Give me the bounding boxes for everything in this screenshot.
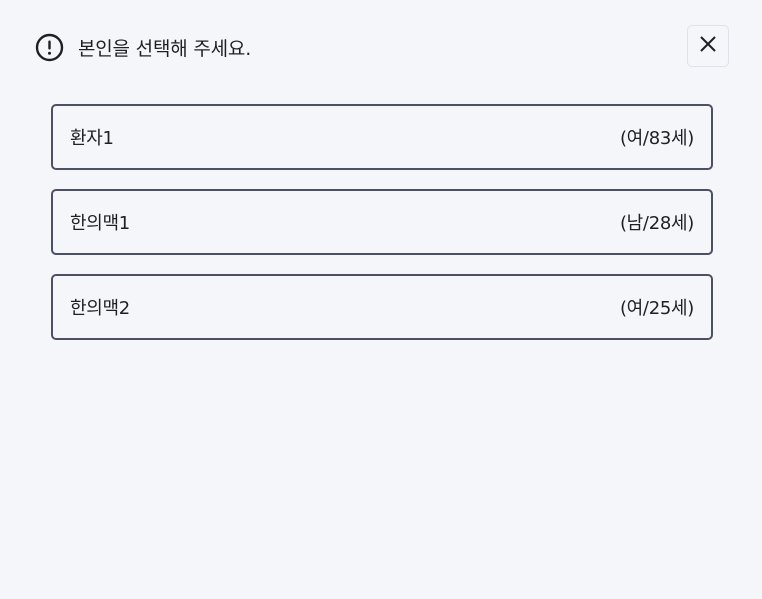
patient-gender-age: (여/83세) [619, 128, 694, 149]
exclamation-circle-icon [35, 33, 64, 62]
patient-list: 환자1 (여/83세) 한의맥1 (남/28세) 한의맥2 (여/25세) [51, 104, 713, 359]
dialog-title: 본인을 선택해 주세요. [78, 38, 252, 60]
patient-name: 한의맥2 [70, 298, 130, 319]
close-button[interactable] [687, 25, 729, 67]
patient-name: 환자1 [70, 128, 114, 149]
close-icon [699, 35, 717, 57]
patient-item[interactable]: 한의맥2 (여/25세) [51, 274, 713, 340]
dialog-header: 본인을 선택해 주세요. [35, 33, 251, 62]
patient-select-dialog: 본인을 선택해 주세요. 환자1 (여/83세) 한의맥1 (남/28세) 한의… [0, 0, 762, 599]
patient-item[interactable]: 환자1 (여/83세) [51, 104, 713, 170]
patient-name: 한의맥1 [70, 213, 130, 234]
patient-gender-age: (여/25세) [619, 298, 694, 319]
patient-gender-age: (남/28세) [619, 213, 694, 234]
patient-item[interactable]: 한의맥1 (남/28세) [51, 189, 713, 255]
